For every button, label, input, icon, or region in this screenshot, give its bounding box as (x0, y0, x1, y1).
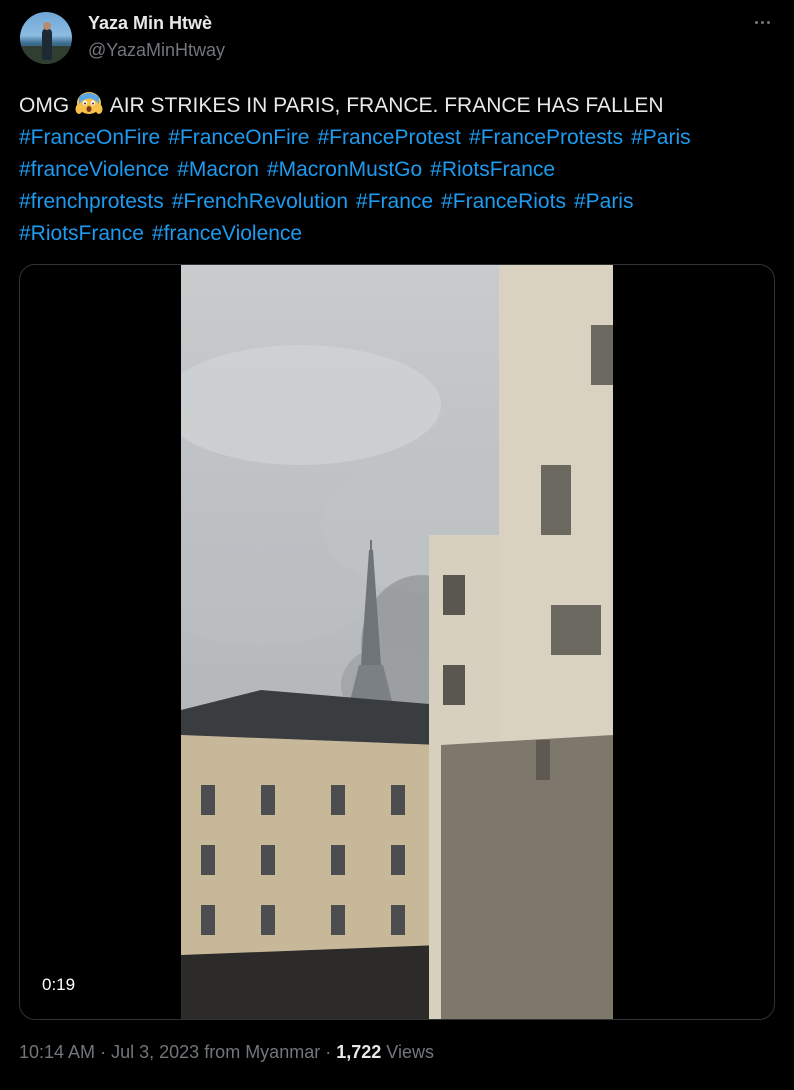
hashtag-link[interactable]: #MacronMustGo (267, 158, 422, 181)
tweet-meta: 10:14 AM · Jul 3, 2023 from Myanmar · 1,… (19, 1042, 434, 1063)
views-label: Views (386, 1042, 434, 1062)
tweet-text-prefix: OMG (19, 94, 70, 117)
hashtag-link[interactable]: #RiotsFrance (430, 158, 555, 181)
hashtag-link[interactable]: #FranceProtests (469, 126, 623, 149)
hashtag-link[interactable]: #FranceOnFire (168, 126, 309, 149)
separator-dot: · (100, 1042, 107, 1062)
more-icon[interactable] (750, 10, 774, 34)
hashtag-link[interactable]: #franceViolence (152, 222, 302, 245)
hashtag-link[interactable]: #France (356, 190, 433, 213)
screaming-face-icon (75, 91, 103, 117)
hashtag-link[interactable]: #FranceRiots (441, 190, 566, 213)
tweet-text-main: AIR STRIKES IN PARIS, FRANCE. FRANCE HAS… (109, 94, 664, 117)
tweet-headline: OMG AIR STRIKES IN PARIS, FRANCE. FRANCE… (19, 90, 779, 122)
hashtag-line: #RiotsFrance #franceViolence (19, 218, 779, 250)
hashtag-link[interactable]: #franceViolence (19, 158, 169, 181)
hashtag-link[interactable]: #RiotsFrance (19, 222, 144, 245)
hashtag-link[interactable]: #frenchprotests (19, 190, 164, 213)
tweet-text: OMG AIR STRIKES IN PARIS, FRANCE. FRANCE… (19, 90, 779, 250)
hashtag-line: #frenchprotests #FrenchRevolution #France #… (19, 186, 779, 218)
views-count: 1,722 (336, 1042, 382, 1062)
video-frame (181, 265, 613, 1019)
hashtag-link[interactable]: #FrenchRevolution (172, 190, 348, 213)
video-duration: 0:19 (32, 971, 86, 999)
hashtag-link[interactable]: #FranceProtest (317, 126, 461, 149)
hashtag-line: #FranceOnFire #FranceOnFire #FranceProtest… (19, 122, 779, 154)
tweet-location: from Myanmar (204, 1042, 321, 1062)
hashtag-link[interactable]: #Paris (574, 190, 634, 213)
tweet-time[interactable]: 10:14 AM (19, 1042, 95, 1062)
tweet-date[interactable]: Jul 3, 2023 (111, 1042, 199, 1062)
separator-dot: · (325, 1042, 332, 1062)
hashtag-link[interactable]: #FranceOnFire (19, 126, 160, 149)
author-display-name[interactable]: Yaza Min Htwè (88, 13, 212, 34)
avatar-head (43, 22, 51, 30)
avatar-figure (42, 28, 52, 60)
hashtag-line: #franceViolence #Macron #MacronMustGo #Riot… (19, 154, 779, 186)
hashtag-link[interactable]: #Macron (177, 158, 259, 181)
video-thumbnail (181, 265, 613, 1019)
video-player[interactable]: 0:19 (19, 264, 775, 1020)
author-handle[interactable]: @YazaMinHtway (88, 40, 225, 61)
hashtag-link[interactable]: #Paris (631, 126, 691, 149)
avatar[interactable] (20, 12, 72, 64)
